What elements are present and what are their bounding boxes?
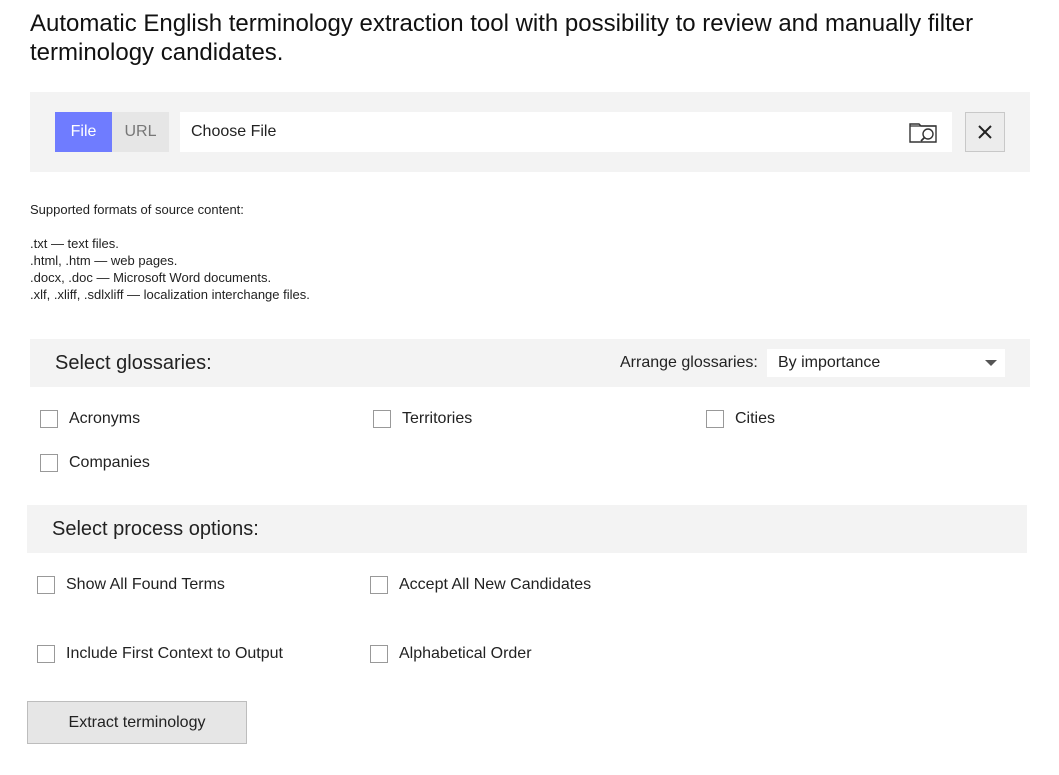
option-show-all-found-terms[interactable]: Show All Found Terms <box>37 574 225 596</box>
checkbox[interactable] <box>370 576 388 594</box>
extract-terminology-button[interactable]: Extract terminology <box>27 701 247 744</box>
checkbox[interactable] <box>373 410 391 428</box>
option-accept-all-new-candidates[interactable]: Accept All New Candidates <box>370 574 591 596</box>
option-alphabetical-order[interactable]: Alphabetical Order <box>370 643 532 665</box>
folder-search-icon[interactable] <box>909 120 939 144</box>
glossary-option-cities[interactable]: Cities <box>706 408 775 430</box>
file-input[interactable]: Choose File <box>180 112 952 152</box>
format-item: .docx, .doc — Microsoft Word documents. <box>30 270 272 285</box>
checkbox[interactable] <box>706 410 724 428</box>
file-input-label: Choose File <box>191 123 277 140</box>
clear-button[interactable] <box>965 112 1005 152</box>
glossary-option-companies[interactable]: Companies <box>40 452 150 474</box>
arrange-select[interactable]: By importance <box>767 349 1005 377</box>
checkbox[interactable] <box>37 576 55 594</box>
glossaries-title: Select glossaries: <box>55 352 212 374</box>
process-options-title: Select process options: <box>52 518 259 540</box>
close-icon <box>978 125 992 139</box>
supported-formats: Supported formats of source content: .tx… <box>30 201 310 303</box>
process-options-header: Select process options: <box>27 505 1027 553</box>
arrange-select-value: By importance <box>778 354 881 371</box>
tab-file[interactable]: File <box>55 112 112 152</box>
option-include-first-context[interactable]: Include First Context to Output <box>37 643 283 665</box>
format-item: .txt — text files. <box>30 236 119 251</box>
chevron-down-icon <box>985 360 997 366</box>
checkbox[interactable] <box>40 410 58 428</box>
formats-heading: Supported formats of source content: <box>30 202 244 217</box>
checkbox-label: Acronyms <box>69 410 141 427</box>
glossary-option-territories[interactable]: Territories <box>373 408 472 430</box>
checkbox-label: Accept All New Candidates <box>399 576 592 593</box>
page-title: Automatic English terminology extraction… <box>30 10 974 66</box>
checkbox[interactable] <box>37 645 55 663</box>
checkbox-label: Alphabetical Order <box>399 645 532 662</box>
checkbox[interactable] <box>370 645 388 663</box>
checkbox-label: Show All Found Terms <box>66 576 225 593</box>
tab-url[interactable]: URL <box>112 112 169 152</box>
format-item: .html, .htm — web pages. <box>30 253 178 268</box>
glossaries-header: Select glossaries: Arrange glossaries: B… <box>30 339 1030 387</box>
checkbox-label: Cities <box>735 410 776 427</box>
checkbox-label: Companies <box>69 454 150 471</box>
format-item: .xlf, .xliff, .sdlxliff — localization i… <box>30 287 310 302</box>
glossary-option-acronyms[interactable]: Acronyms <box>40 408 140 430</box>
arrange-label: Arrange glossaries: <box>620 354 758 371</box>
checkbox[interactable] <box>40 454 58 472</box>
checkbox-label: Include First Context to Output <box>66 645 283 662</box>
checkbox-label: Territories <box>402 410 473 427</box>
